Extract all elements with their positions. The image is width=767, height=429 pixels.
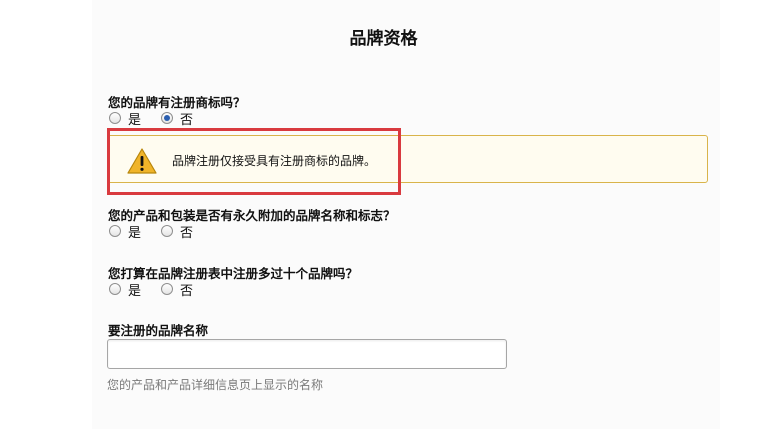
question-ten-brands-options: 是 否 [109,280,193,299]
question-permanent-brand-options: 是 否 [109,222,193,241]
radio-trademark-yes[interactable]: 是 [109,109,141,128]
radio-label: 是 [128,225,142,241]
brand-name-helper-text: 您的产品和产品详细信息页上显示的名称 [107,378,324,392]
question-trademark-options: 是 否 [109,109,193,128]
radio-button[interactable] [161,283,174,295]
radio-ten-brands-yes[interactable]: 是 [109,280,141,299]
radio-label: 否 [180,283,194,299]
radio-button[interactable] [109,112,121,124]
radio-label: 是 [128,112,142,128]
radio-label: 否 [180,112,194,128]
radio-button[interactable] [161,225,174,237]
brand-name-input[interactable] [107,339,507,369]
annotation-highlight-box [107,128,401,195]
radio-trademark-no[interactable]: 否 [161,109,193,128]
radio-button[interactable] [109,283,121,295]
question-permanent-brand-label: 您的产品和包装是否有永久附加的品牌名称和标志？ [108,208,396,223]
radio-button-selected[interactable] [161,112,174,124]
radio-label: 是 [128,283,142,299]
radio-permanent-brand-no[interactable]: 否 [161,222,193,241]
question-ten-brands-label: 您打算在品牌注册表中注册多过十个品牌吗？ [108,266,359,281]
page-title: 品牌资格 [349,29,418,49]
brand-name-label: 要注册的品牌名称 [108,323,209,338]
radio-label: 否 [180,225,194,241]
radio-permanent-brand-yes[interactable]: 是 [109,222,141,241]
radio-button[interactable] [109,225,121,237]
radio-ten-brands-no[interactable]: 否 [161,280,193,299]
